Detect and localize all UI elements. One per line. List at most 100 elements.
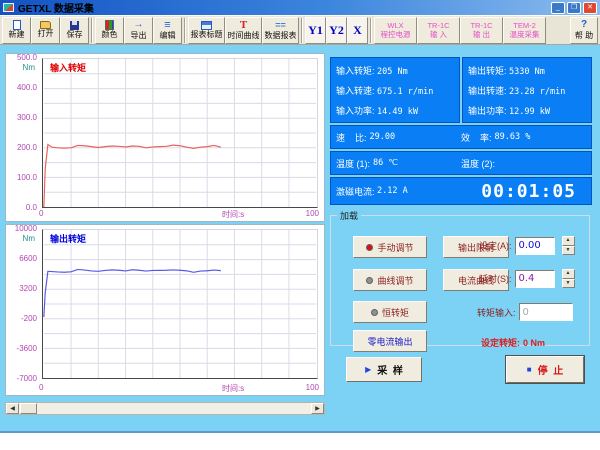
toolbar-button[interactable]: 报表标题 xyxy=(188,17,225,44)
x-axis-labels: 0 时间:s 100 xyxy=(6,209,324,220)
load-panel: 加载 手动调节 曲线调节 恒转矩 零电流输出 输出限制 电流曲线 设定(A): … xyxy=(330,209,590,346)
input-torque-chart: 500.0Nm400.0300.0200.0100.00.0 输入转矩 0 时间… xyxy=(5,53,325,222)
y-tick-label: 3200 xyxy=(19,284,37,293)
input-torque-value: 205 Nm xyxy=(377,67,408,77)
plot-area: 输出转矩 xyxy=(42,229,318,379)
readout-panel: 输入转矩: 205 Nm 输入转速: 675.1 r/min 输入功率: 14.… xyxy=(330,57,592,205)
device-button[interactable]: TR-1C输 入 xyxy=(417,17,460,44)
help-icon: ? xyxy=(581,20,587,31)
y-tick-label: -200 xyxy=(21,314,37,323)
excitation-current-value: 2.12 A xyxy=(377,186,408,196)
equals-icon: == xyxy=(275,20,286,31)
y-axis-unit: Nm xyxy=(23,63,35,72)
toolbar-separator xyxy=(370,18,372,43)
scroll-left-icon[interactable]: ◀ xyxy=(6,403,19,414)
stop-button[interactable]: ■ 停 止 xyxy=(506,356,584,383)
sample-button[interactable]: ▶ 采 样 xyxy=(346,357,422,382)
x-axis-labels: 0 时间:s 100 xyxy=(6,383,324,394)
series-legend: 输出转矩 xyxy=(50,232,86,245)
x-axis-title: 时间:s xyxy=(222,383,244,394)
toolbar-button[interactable]: 保存 xyxy=(60,17,89,44)
input-speed-value: 675.1 r/min xyxy=(377,87,433,97)
delay-input[interactable] xyxy=(515,270,555,288)
toolbar-button[interactable]: 新建 xyxy=(2,17,31,44)
temperature-cell: 温度 (1):86 ℃ 温度 (2): xyxy=(330,151,592,175)
y-tick-label: 10000 xyxy=(15,224,37,233)
torque-input-field[interactable] xyxy=(519,303,573,321)
device-button[interactable]: TR-1C输 出 xyxy=(460,17,503,44)
y-tick-label: 300.0 xyxy=(17,113,37,122)
close-button[interactable]: ✕ xyxy=(583,2,597,14)
spin-down-icon[interactable]: ▼ xyxy=(562,279,575,289)
x-tick-max: 100 xyxy=(306,383,319,392)
color-bars-icon xyxy=(105,20,114,30)
letter-T-icon: T xyxy=(240,20,247,31)
input-readout-cell: 输入转矩: 205 Nm 输入转速: 675.1 r/min 输入功率: 14.… xyxy=(330,57,460,123)
efficiency-value: 89.63 % xyxy=(495,132,531,142)
radio-dot-icon xyxy=(366,277,373,284)
help-button[interactable]: ?帮 助 xyxy=(570,17,598,44)
axis-button-Y1[interactable]: Y1 xyxy=(305,17,326,44)
input-power-value: 14.49 kW xyxy=(377,107,418,117)
chart-scrollbar[interactable]: ◀ ▶ xyxy=(5,402,325,415)
toolbar: 新建打开保存颜色→导出≡编辑报表标题T时间曲线==数据报表Y1Y2XWLX程控电… xyxy=(0,15,600,45)
constant-torque-button[interactable]: 恒转矩 xyxy=(353,301,427,323)
app-window: GETXL 数据采集 _ ❐ ✕ 新建打开保存颜色→导出≡编辑报表标题T时间曲线… xyxy=(0,0,600,433)
y-tick-label: -3600 xyxy=(17,344,37,353)
toolbar-button[interactable]: T时间曲线 xyxy=(225,17,262,44)
y-axis-labels: 10000Nm66003200-200-3600-7000 xyxy=(6,225,40,395)
toolbar-button[interactable]: ==数据报表 xyxy=(262,17,299,44)
toolbar-button[interactable]: 颜色 xyxy=(95,17,124,44)
zero-current-output-button[interactable]: 零电流输出 xyxy=(353,330,427,352)
toolbar-button[interactable]: ≡编辑 xyxy=(153,17,182,44)
load-panel-title: 加载 xyxy=(337,209,361,222)
set-torque-value: 0 Nm xyxy=(523,338,545,348)
y-tick-label: 500.0 xyxy=(17,53,37,62)
device-button[interactable]: WLX程控电源 xyxy=(374,17,417,44)
window-controls: _ ❐ ✕ xyxy=(551,2,597,14)
arrow-right-icon: → xyxy=(134,20,144,31)
set-current-input[interactable] xyxy=(515,237,555,255)
elapsed-timer: 00:01:05 xyxy=(481,181,586,202)
axis-button-X[interactable]: X xyxy=(347,17,368,44)
minimize-button[interactable]: _ xyxy=(551,2,565,14)
output-power-value: 12.99 kW xyxy=(509,107,550,117)
set-current-spinner[interactable]: ▲ ▼ xyxy=(562,236,575,255)
toolbar-separator xyxy=(91,18,93,43)
ratio-efficiency-cell: 速 比:29.00 效 率:89.63 % xyxy=(330,125,592,149)
y-tick-label: 6600 xyxy=(19,254,37,263)
maximize-button[interactable]: ❐ xyxy=(567,2,581,14)
axis-button-Y2[interactable]: Y2 xyxy=(326,17,347,44)
stop-square-icon: ■ xyxy=(527,365,532,374)
spin-up-icon[interactable]: ▲ xyxy=(562,236,575,246)
y-tick-label: -7000 xyxy=(17,374,37,383)
app-icon xyxy=(3,3,14,12)
chart-svg xyxy=(42,58,318,208)
ratio-value: 29.00 xyxy=(370,132,396,142)
spin-up-icon[interactable]: ▲ xyxy=(562,269,575,279)
y-tick-label: 400.0 xyxy=(17,83,37,92)
series-legend: 输入转矩 xyxy=(50,61,86,74)
delay-spinner[interactable]: ▲ ▼ xyxy=(562,269,575,288)
output-readout-cell: 输出转矩: 5330 Nm 输出转速: 23.28 r/min 输出功率: 12… xyxy=(462,57,592,123)
toolbar-button[interactable]: →导出 xyxy=(124,17,153,44)
edit-lines-icon: ≡ xyxy=(164,20,170,31)
curve-adjust-button[interactable]: 曲线调节 xyxy=(353,269,427,291)
scroll-thumb[interactable] xyxy=(20,403,37,414)
report-window-icon xyxy=(201,21,212,30)
y-tick-label: 200.0 xyxy=(17,143,37,152)
device-button[interactable]: TEM-2温度采集 xyxy=(503,17,546,44)
plot-area: 输入转矩 xyxy=(42,58,318,208)
play-icon: ▶ xyxy=(365,365,371,374)
spin-down-icon[interactable]: ▼ xyxy=(562,246,575,256)
toolbar-separator xyxy=(184,18,186,43)
output-torque-value: 5330 Nm xyxy=(509,67,545,77)
y-tick-label: 100.0 xyxy=(17,173,37,182)
scroll-right-icon[interactable]: ▶ xyxy=(311,403,324,414)
x-tick-min: 0 xyxy=(39,383,43,392)
excitation-timer-cell: 激磁电流: 2.12 A 00:01:05 xyxy=(330,177,592,205)
manual-adjust-button[interactable]: 手动调节 xyxy=(353,236,427,258)
x-tick-max: 100 xyxy=(306,209,319,218)
output-speed-value: 23.28 r/min xyxy=(509,87,565,97)
toolbar-button[interactable]: 打开 xyxy=(31,17,60,44)
